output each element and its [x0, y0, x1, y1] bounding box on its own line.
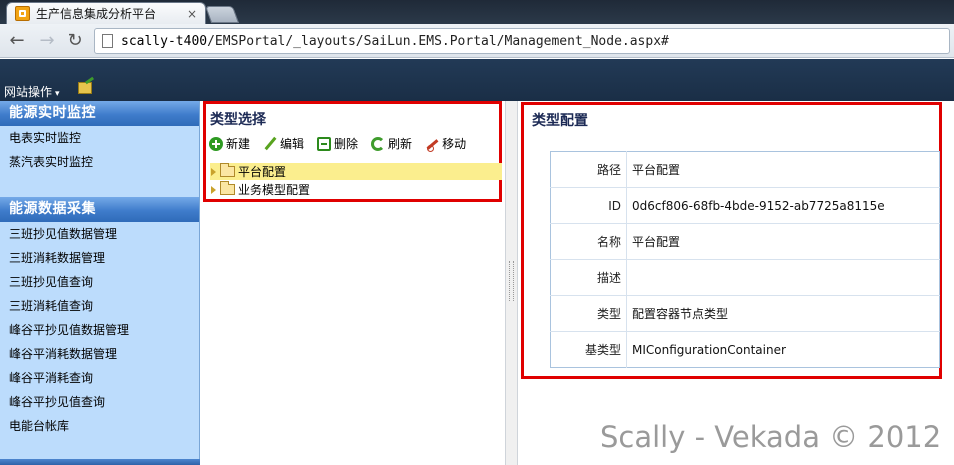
property-table: 路径 平台配置 ID 0d6cf806-68fb-4bde-9152-ab7725a…: [550, 151, 940, 368]
refresh-label: 刷新: [388, 137, 413, 151]
nav-item[interactable]: 三班消耗值查询: [0, 294, 199, 318]
property-row: 基类型 MIConfigurationContainer: [550, 331, 940, 368]
type-config-panel: 类型配置 路径 平台配置 ID 0d6cf806-68fb-4bde-9152-ab…: [519, 101, 954, 465]
quick-launch-nav: 能源实时监控 电表实时监控 蒸汽表实时监控 能源数据采集 三班抄见值数据管理 三…: [0, 101, 200, 465]
address-bar[interactable]: scally-t400/EMSPortal/_layouts/SaiLun.EM…: [94, 28, 950, 54]
type-config-highlight: 类型配置 路径 平台配置 ID 0d6cf806-68fb-4bde-9152-ab…: [521, 102, 942, 379]
tab-close-icon[interactable]: ×: [187, 7, 197, 21]
add-label: 新建: [226, 137, 251, 151]
edit-label: 编辑: [280, 137, 305, 151]
type-tree-highlight: 类型选择 新建 编辑 删除 刷新 移动 平台配置 业务模型配置: [203, 101, 502, 202]
edit-button[interactable]: 编辑: [263, 135, 304, 152]
panel-splitter[interactable]: [505, 101, 518, 465]
property-key: 路径: [550, 151, 627, 188]
delete-icon: [317, 136, 332, 151]
add-button[interactable]: 新建: [209, 135, 250, 152]
move-icon: [425, 137, 439, 152]
pencil-icon: [263, 137, 277, 151]
folder-icon: [220, 163, 235, 177]
ribbon-bar: 网站操作 ▾: [0, 59, 954, 101]
nav-item[interactable]: 峰谷平抄见值查询: [0, 390, 199, 414]
nav-item[interactable]: 电表实时监控: [0, 126, 199, 150]
tree-node[interactable]: 业务模型配置: [210, 181, 310, 198]
refresh-button[interactable]: 刷新: [371, 135, 412, 152]
property-key: 基类型: [550, 331, 627, 368]
property-key: 描述: [550, 259, 627, 296]
browser-tab[interactable]: 生产信息集成分析平台 ×: [6, 2, 206, 24]
nav-item[interactable]: 蒸汽表实时监控: [0, 150, 199, 174]
add-icon: [209, 136, 223, 151]
forward-icon[interactable]: →: [36, 30, 58, 52]
property-key: 名称: [550, 223, 627, 260]
nav-section-title[interactable]: 能源数据采集: [0, 197, 199, 222]
url-text[interactable]: scally-t400/EMSPortal/_layouts/SaiLun.EM…: [121, 34, 669, 49]
site-actions-label: 网站操作: [4, 85, 53, 99]
back-icon[interactable]: ←: [6, 30, 28, 52]
property-key: 类型: [550, 295, 627, 332]
type-tree-panel: 类型选择 新建 编辑 删除 刷新 移动 平台配置 业务模型配置: [201, 101, 505, 465]
property-row: 类型 配置容器节点类型: [550, 295, 940, 332]
reload-icon[interactable]: ↻: [64, 30, 86, 52]
property-value: [626, 259, 940, 296]
move-label: 移动: [442, 137, 467, 151]
browser-window: 生产信息集成分析平台 × ← → ↻ scally-t400/EMSPortal…: [0, 0, 954, 465]
tree-toolbar: 新建 编辑 删除 刷新 移动: [209, 135, 479, 152]
nav-item[interactable]: 三班消耗数据管理: [0, 246, 199, 270]
tree-node-label: 平台配置: [238, 165, 287, 179]
refresh-icon: [371, 136, 386, 151]
tree-node-selected[interactable]: 平台配置: [210, 163, 502, 180]
move-button[interactable]: 移动: [425, 135, 466, 152]
chevron-down-icon: ▾: [55, 89, 60, 99]
site-favicon-icon: [15, 6, 30, 21]
nav-section-title[interactable]: 能源实时监控: [0, 101, 199, 126]
new-tab-button[interactable]: [204, 6, 240, 23]
property-row: 路径 平台配置: [550, 151, 940, 188]
page-icon: [102, 34, 113, 48]
nav-footer-strip: [0, 459, 200, 465]
property-value: 平台配置: [632, 163, 681, 177]
tab-strip: 生产信息集成分析平台 ×: [0, 0, 954, 24]
nav-item[interactable]: 三班抄见值查询: [0, 270, 199, 294]
browser-toolbar: ← → ↻ scally-t400/EMSPortal/_layouts/Sai…: [0, 24, 954, 58]
property-row: 描述: [550, 259, 940, 296]
tab-title: 生产信息集成分析平台: [36, 7, 157, 21]
property-key: ID: [550, 187, 627, 224]
property-value: 配置容器节点类型: [626, 295, 940, 332]
property-value: MIConfigurationContainer: [626, 331, 940, 368]
nav-item[interactable]: 峰谷平消耗数据管理: [0, 342, 199, 366]
config-panel-title: 类型配置: [532, 113, 588, 129]
expand-arrow-icon[interactable]: [211, 167, 216, 176]
url-path: /EMSPortal/_layouts/SaiLun.EMS.Portal/Ma…: [207, 33, 669, 49]
nav-item[interactable]: 峰谷平消耗查询: [0, 366, 199, 390]
delete-label: 删除: [334, 137, 359, 151]
site-actions-menu[interactable]: 网站操作 ▾: [4, 83, 60, 100]
property-row: 名称 平台配置: [550, 223, 940, 260]
nav-item[interactable]: 三班抄见值数据管理: [0, 222, 199, 246]
tree-panel-title: 类型选择: [210, 112, 266, 128]
splitter-grip-icon[interactable]: [509, 261, 514, 301]
edit-page-icon[interactable]: [78, 82, 92, 94]
url-host: scally-t400: [121, 33, 208, 49]
delete-button[interactable]: 删除: [317, 135, 358, 152]
property-row: ID 0d6cf806-68fb-4bde-9152-ab7725a8115e: [550, 187, 940, 224]
tree-node-label: 业务模型配置: [238, 183, 311, 197]
property-value: 平台配置: [626, 223, 940, 260]
nav-item[interactable]: 电能台帐库: [0, 414, 199, 438]
folder-icon: [220, 181, 235, 195]
copyright-watermark: Scally - Vekada © 2012: [600, 420, 942, 454]
property-value: 0d6cf806-68fb-4bde-9152-ab7725a8115e: [626, 187, 940, 224]
expand-arrow-icon[interactable]: [211, 185, 216, 194]
nav-item[interactable]: 峰谷平抄见值数据管理: [0, 318, 199, 342]
